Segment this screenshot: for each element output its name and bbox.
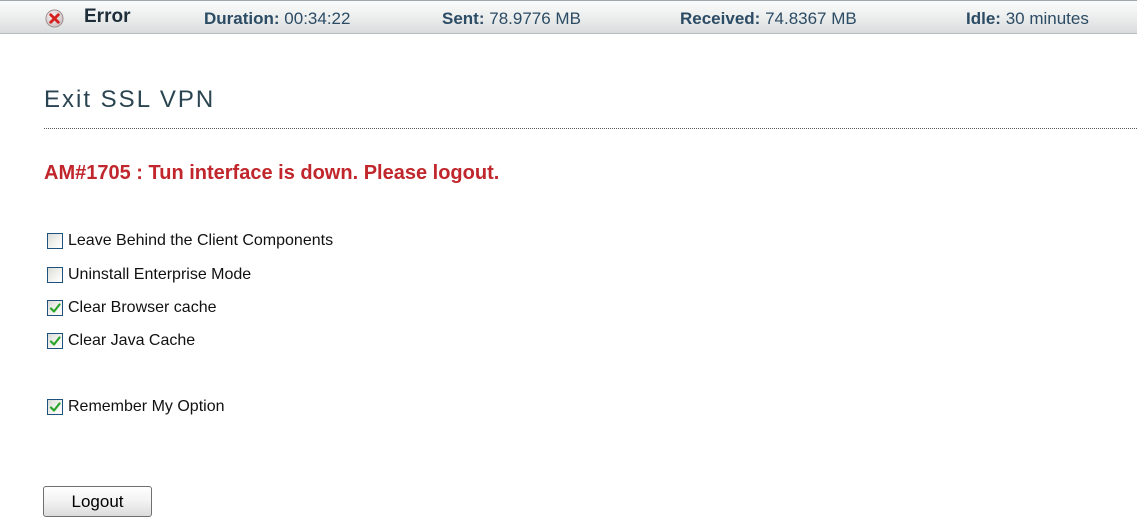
received-value: 74.8367 MB — [765, 9, 857, 28]
status-bar: Error Duration: 00:34:22 Sent: 78.9776 M… — [0, 0, 1137, 34]
checkbox-clear-java-cache[interactable] — [47, 333, 63, 349]
logout-button[interactable]: Logout — [43, 486, 152, 517]
checkmark-icon — [49, 336, 61, 346]
checkbox-uninstall-enterprise-mode[interactable] — [47, 267, 63, 283]
error-message: AM#1705 : Tun interface is down. Please … — [44, 162, 500, 184]
sent-stat: Sent: 78.9776 MB — [442, 9, 581, 29]
option-clear-java-cache[interactable]: Clear Java Cache — [47, 331, 195, 351]
option-label: Clear Java Cache — [68, 332, 196, 349]
idle-stat: Idle: 30 minutes — [966, 9, 1089, 29]
option-remember-my-option[interactable]: Remember My Option — [47, 397, 225, 417]
page-title: Exit SSL VPN — [44, 86, 216, 113]
checkbox-leave-behind-client[interactable] — [47, 233, 63, 249]
option-leave-behind-client[interactable]: Leave Behind the Client Components — [47, 231, 333, 251]
checkmark-icon — [49, 303, 61, 313]
duration-value: 00:34:22 — [284, 9, 351, 28]
received-label: Received: — [680, 9, 761, 28]
option-uninstall-enterprise-mode[interactable]: Uninstall Enterprise Mode — [47, 265, 251, 285]
option-label: Clear Browser cache — [68, 299, 217, 316]
checkbox-clear-browser-cache[interactable] — [47, 300, 63, 316]
idle-label: Idle: — [966, 9, 1001, 28]
title-divider — [44, 128, 1137, 129]
idle-value: 30 minutes — [1005, 9, 1089, 28]
checkbox-remember-my-option[interactable] — [47, 399, 63, 415]
checkmark-icon — [49, 402, 61, 412]
status-label: Error — [84, 6, 131, 27]
error-x-icon — [45, 9, 64, 28]
duration-label: Duration: — [204, 9, 280, 28]
duration-stat: Duration: 00:34:22 — [204, 9, 350, 29]
exit-ssl-vpn-page: Error Duration: 00:34:22 Sent: 78.9776 M… — [0, 0, 1137, 517]
option-label: Leave Behind the Client Components — [68, 232, 334, 249]
option-label: Remember My Option — [68, 398, 225, 415]
sent-value: 78.9776 MB — [489, 9, 581, 28]
received-stat: Received: 74.8367 MB — [680, 9, 857, 29]
option-clear-browser-cache[interactable]: Clear Browser cache — [47, 298, 217, 318]
option-label: Uninstall Enterprise Mode — [68, 266, 252, 283]
sent-label: Sent: — [442, 9, 485, 28]
